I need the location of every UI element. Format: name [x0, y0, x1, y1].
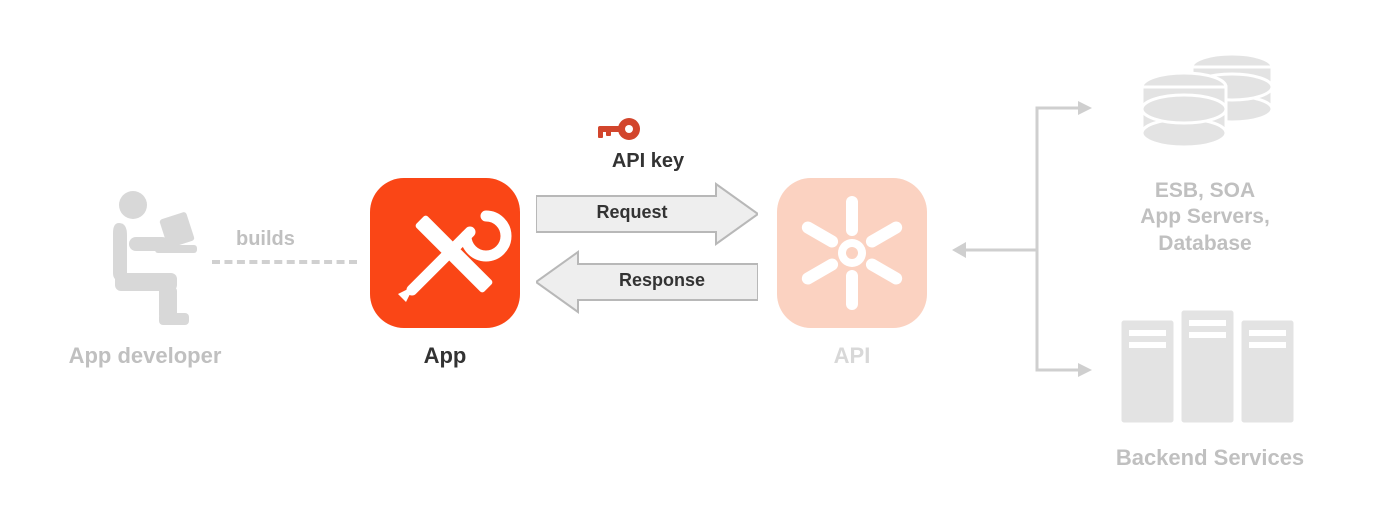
app-icon [370, 178, 520, 328]
developer-label: App developer [55, 343, 235, 369]
esb-line2: App Servers, [1140, 205, 1270, 228]
esb-line1: ESB, SOA [1155, 179, 1255, 202]
developer-icon [85, 187, 205, 327]
request-arrow: Request [536, 194, 758, 234]
api-label: API [777, 343, 927, 369]
response-label: Response [572, 270, 752, 291]
esb-label: ESB, SOA App Servers, Database [1090, 178, 1320, 257]
backend-to-api-arrows [952, 100, 1092, 400]
servers-icon [1115, 304, 1300, 434]
response-arrow: Response [536, 262, 758, 302]
app-label: App [370, 343, 520, 369]
api-icon [777, 178, 927, 328]
esb-line3: Database [1158, 232, 1251, 255]
request-label: Request [542, 202, 722, 223]
key-icon [596, 115, 642, 149]
builds-label: builds [236, 228, 295, 251]
builds-connector [212, 260, 357, 264]
api-key-label: API key [568, 150, 728, 173]
database-icon [1132, 47, 1282, 157]
backend-services-label: Backend Services [1085, 445, 1335, 471]
